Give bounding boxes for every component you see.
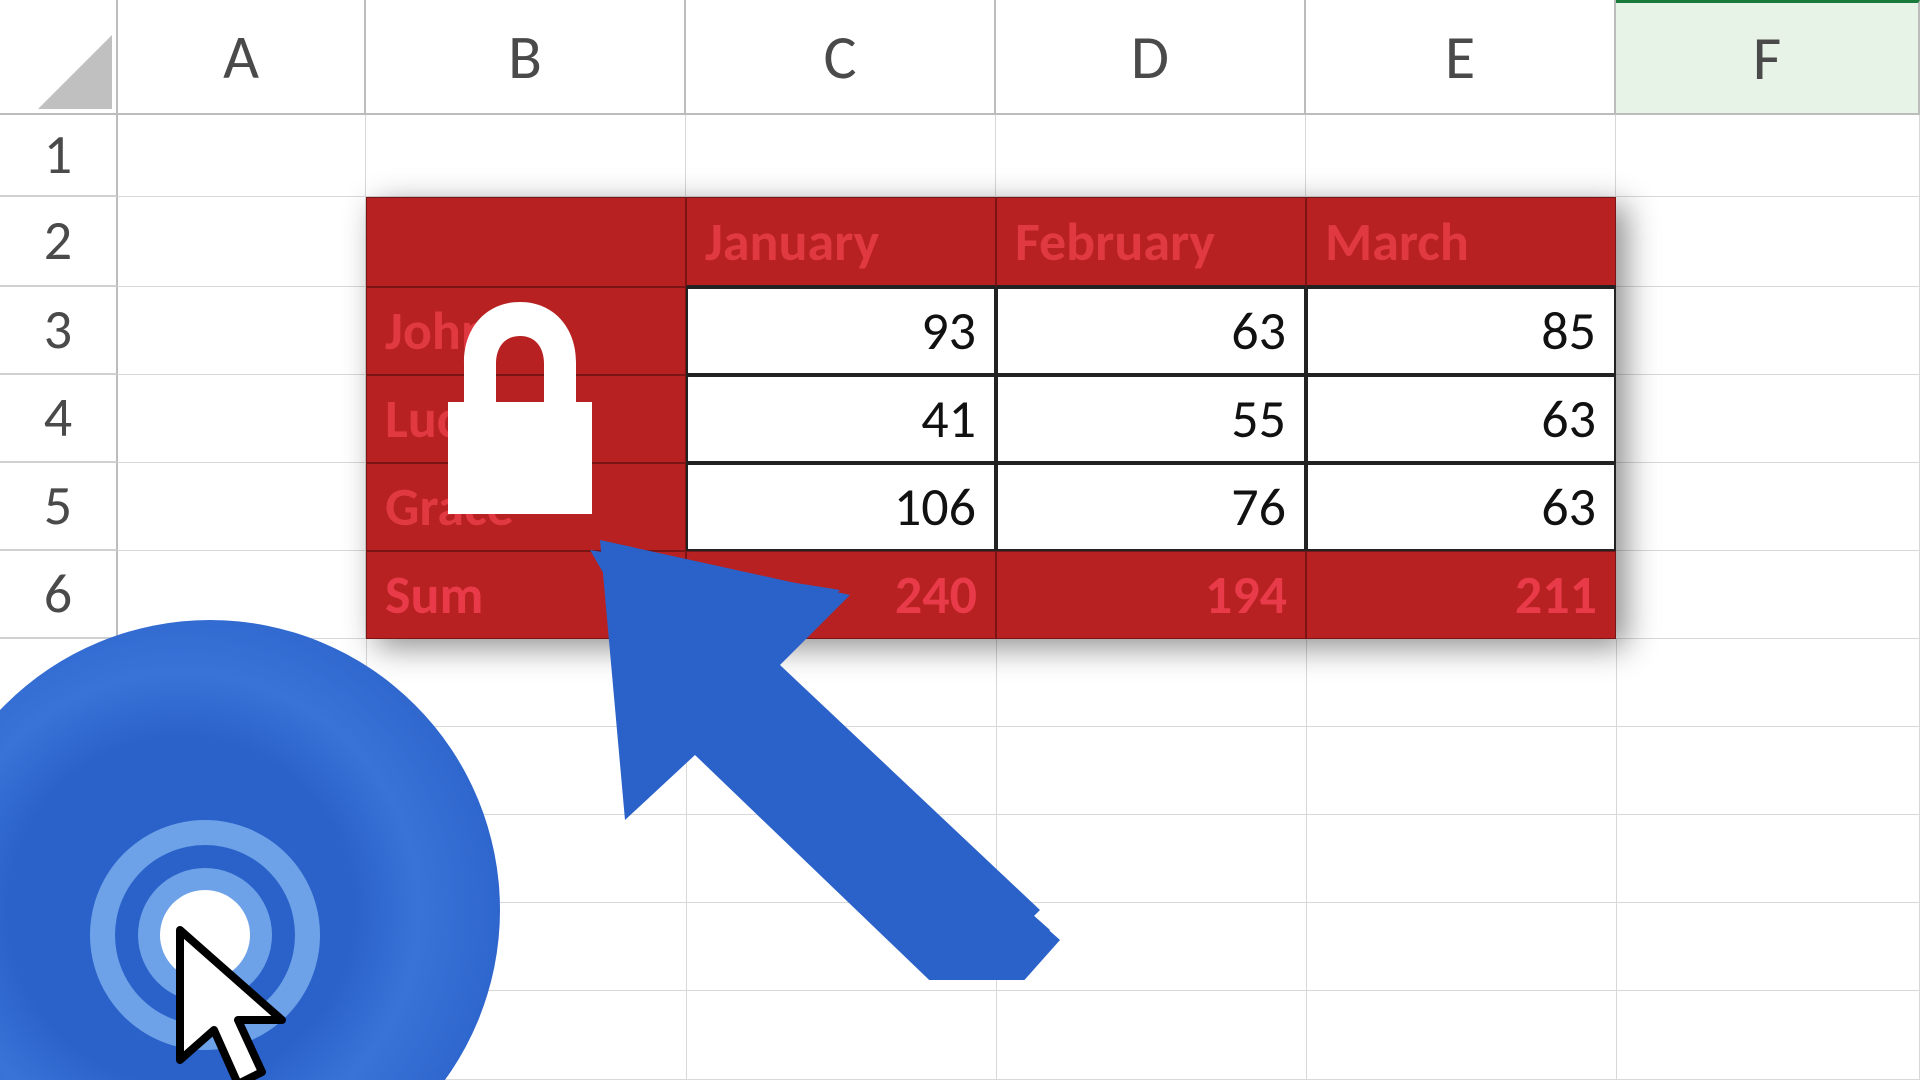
row-header-3[interactable]: 3: [0, 287, 118, 375]
spreadsheet-grid: A B C D E F 1 2 3 4 5 6 January February…: [0, 0, 1920, 1080]
gridline: [366, 639, 367, 1080]
gridline: [686, 639, 687, 1080]
cell-F3[interactable]: [1616, 287, 1920, 375]
cell-E1[interactable]: [1306, 115, 1616, 197]
cell-A5[interactable]: [118, 463, 366, 551]
cell-C3[interactable]: 93: [686, 287, 996, 375]
locked-cell-C6-sum[interactable]: 240: [686, 551, 996, 639]
locked-cell-B6-sum-label[interactable]: Sum: [366, 551, 686, 639]
row-header-4[interactable]: 4: [0, 375, 118, 463]
cell-A6[interactable]: [118, 551, 366, 639]
locked-cell-B2[interactable]: [366, 197, 686, 287]
cell-row7[interactable]: [118, 639, 1920, 727]
col-header-A[interactable]: A: [118, 0, 366, 115]
cell-A1[interactable]: [118, 115, 366, 197]
cell-B1[interactable]: [366, 115, 686, 197]
locked-cell-B4-lucy[interactable]: Lucy: [366, 375, 686, 463]
gridline: [1616, 639, 1617, 1080]
locked-cell-D6-sum[interactable]: 194: [996, 551, 1306, 639]
locked-cell-C2-january[interactable]: January: [686, 197, 996, 287]
cell-C1[interactable]: [686, 115, 996, 197]
locked-cell-E2-march[interactable]: March: [1306, 197, 1616, 287]
select-all-triangle-icon: [38, 35, 112, 109]
gridline: [996, 639, 997, 1080]
cell-row10[interactable]: [118, 903, 1920, 991]
cell-D4[interactable]: 55: [996, 375, 1306, 463]
row-header-6[interactable]: 6: [0, 551, 118, 639]
cell-F6[interactable]: [1616, 551, 1920, 639]
col-header-C[interactable]: C: [686, 0, 996, 115]
cell-D5[interactable]: 76: [996, 463, 1306, 551]
cell-D1[interactable]: [996, 115, 1306, 197]
cell-D3[interactable]: 63: [996, 287, 1306, 375]
row-header-1[interactable]: 1: [0, 115, 118, 197]
cell-F1[interactable]: [1616, 115, 1920, 197]
row-header-5[interactable]: 5: [0, 463, 118, 551]
cell-C4[interactable]: 41: [686, 375, 996, 463]
locked-cell-B5-grace[interactable]: Grace: [366, 463, 686, 551]
locked-cell-E6-sum[interactable]: 211: [1306, 551, 1616, 639]
cell-A4[interactable]: [118, 375, 366, 463]
cell-row9[interactable]: [118, 815, 1920, 903]
cell-row11[interactable]: [118, 991, 1920, 1080]
locked-cell-D2-february[interactable]: February: [996, 197, 1306, 287]
col-header-E[interactable]: E: [1306, 0, 1616, 115]
col-header-B[interactable]: B: [366, 0, 686, 115]
cell-C5[interactable]: 106: [686, 463, 996, 551]
cell-A3[interactable]: [118, 287, 366, 375]
cell-E3[interactable]: 85: [1306, 287, 1616, 375]
gridline: [1306, 639, 1307, 1080]
cell-row8[interactable]: [118, 727, 1920, 815]
row-header-2[interactable]: 2: [0, 197, 118, 287]
select-all-corner[interactable]: [0, 0, 118, 115]
locked-cell-B3-john[interactable]: John: [366, 287, 686, 375]
col-header-D[interactable]: D: [996, 0, 1306, 115]
cell-E5[interactable]: 63: [1306, 463, 1616, 551]
cell-F2[interactable]: [1616, 197, 1920, 287]
cell-E4[interactable]: 63: [1306, 375, 1616, 463]
col-header-F[interactable]: F: [1616, 0, 1920, 115]
cell-F4[interactable]: [1616, 375, 1920, 463]
cell-F5[interactable]: [1616, 463, 1920, 551]
cell-A2[interactable]: [118, 197, 366, 287]
